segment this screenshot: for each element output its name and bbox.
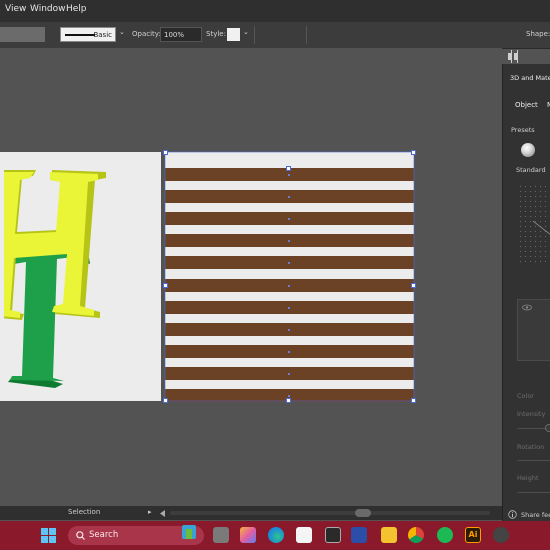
scrollbar-thumb[interactable] — [355, 509, 371, 517]
artboard-edge — [0, 152, 4, 401]
stroke-preview — [65, 34, 95, 36]
shape-label[interactable]: Shape: — [526, 30, 550, 38]
eye-icon[interactable] — [522, 304, 532, 311]
preset-standard-icon[interactable] — [521, 143, 535, 157]
distribute-right-icon — [508, 50, 518, 63]
divider — [306, 26, 307, 44]
stripe-center-point — [288, 350, 290, 353]
selection-handle[interactable] — [411, 283, 416, 288]
selection-bounding-box[interactable] — [163, 150, 417, 404]
selection-handle[interactable] — [411, 150, 416, 155]
scroll-left-icon[interactable] — [160, 510, 166, 517]
color-label: Color — [517, 392, 534, 400]
selection-handle[interactable] — [163, 283, 168, 288]
windows-start-icon[interactable] — [41, 528, 56, 543]
chrome-icon[interactable] — [408, 527, 424, 543]
menu-help[interactable]: Help — [66, 4, 87, 14]
stroke-profile-label: Basic — [93, 31, 112, 39]
edge-icon[interactable] — [268, 527, 284, 543]
status-bar: Selection ▸ — [0, 506, 502, 520]
stripe-center-point — [288, 262, 290, 265]
selection-handle[interactable] — [163, 398, 168, 403]
task-view-icon[interactable] — [213, 527, 229, 543]
control-bar: Basic ⌄ Opacity: 100% Style: ⌄ Shape: — [0, 22, 550, 63]
spotify-icon[interactable] — [437, 527, 453, 543]
3d-materials-panel: 3D and Materials Object M Presets Standa… — [502, 64, 550, 521]
menu-view[interactable]: View — [5, 4, 26, 14]
selection-handle[interactable] — [286, 398, 291, 403]
current-tool-label[interactable]: Selection — [68, 508, 100, 516]
search-highlight-icon[interactable] — [178, 523, 200, 545]
powershell-icon[interactable] — [351, 527, 367, 543]
stripe-center-point — [288, 306, 290, 309]
opacity-input[interactable]: 100% — [160, 27, 202, 42]
illustrator-icon[interactable]: Ai — [465, 527, 481, 543]
obs-icon[interactable] — [493, 527, 509, 543]
selection-handle[interactable] — [286, 166, 291, 171]
menu-bar: View Window Help — [0, 0, 550, 22]
stripe-center-point — [288, 372, 290, 375]
intensity-label: Intensity — [517, 410, 546, 418]
selection-handle[interactable] — [163, 150, 168, 155]
panel-title: 3D and Materials — [510, 74, 550, 82]
stroke-profile-dropdown[interactable]: Basic — [60, 27, 116, 42]
style-label: Style: — [206, 30, 226, 38]
file-explorer-icon[interactable] — [381, 527, 397, 543]
stripe-center-point — [288, 174, 290, 176]
rotation-slider[interactable] — [517, 460, 550, 461]
3d-letters-artwork[interactable] — [0, 152, 161, 401]
search-icon — [76, 531, 85, 540]
tab-object[interactable]: Object — [511, 99, 542, 111]
style-swatch[interactable] — [227, 28, 240, 41]
davinci-icon[interactable] — [325, 527, 341, 543]
chevron-down-icon[interactable]: ⌄ — [243, 28, 249, 36]
artboard-letters[interactable] — [0, 152, 161, 401]
stripe-center-point — [288, 218, 290, 221]
notepad-icon[interactable] — [296, 527, 312, 543]
light-list[interactable] — [517, 299, 550, 361]
horizontal-scrollbar[interactable] — [170, 509, 490, 517]
presets-label: Presets — [511, 126, 535, 134]
copilot-icon[interactable] — [240, 527, 256, 543]
stripe-center-point — [288, 196, 290, 199]
rotation-label: Rotation — [517, 443, 545, 451]
light-direction-line — [533, 220, 550, 235]
info-icon[interactable] — [508, 510, 517, 519]
search-box[interactable]: Search — [68, 523, 204, 545]
taskbar: Search Ai — [0, 521, 550, 550]
opacity-label[interactable]: Opacity: — [132, 30, 161, 38]
height-label: Height — [517, 474, 539, 482]
slider-knob[interactable] — [543, 423, 550, 433]
preset-standard-label[interactable]: Standard — [516, 166, 546, 174]
stripe-center-point — [288, 395, 290, 397]
divider — [254, 26, 255, 44]
chevron-down-icon[interactable]: ⌄ — [119, 28, 125, 36]
chevron-right-icon[interactable]: ▸ — [148, 508, 152, 516]
stripe-center-point — [288, 328, 290, 331]
menu-window[interactable]: Window — [30, 4, 66, 14]
share-feedback-link[interactable]: Share fee — [521, 511, 550, 519]
fill-swatch[interactable] — [0, 27, 45, 42]
stripe-center-point — [288, 240, 290, 243]
height-slider[interactable] — [517, 492, 550, 493]
search-placeholder: Search — [89, 530, 119, 540]
selection-handle[interactable] — [411, 398, 416, 403]
stripe-center-point — [288, 284, 290, 287]
